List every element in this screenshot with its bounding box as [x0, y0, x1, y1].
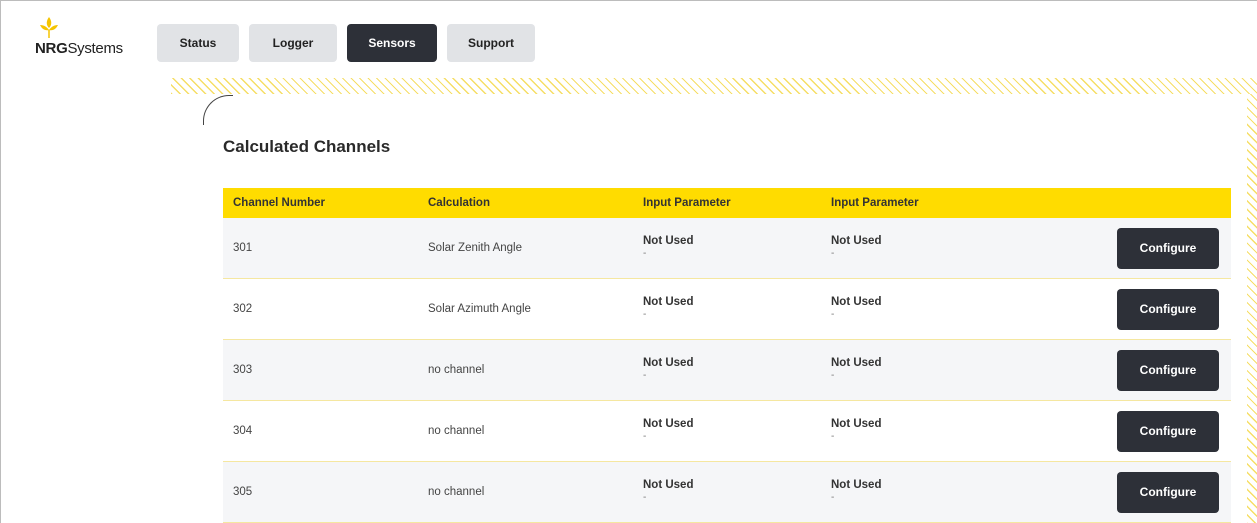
- input-parameter-1-title: Not Used: [643, 418, 694, 430]
- channel-number: 304: [233, 425, 253, 437]
- row-actions: Configure: [1111, 288, 1231, 330]
- table-body: 301 Solar Zenith Angle Not Used - Not Us…: [223, 218, 1231, 523]
- row-actions: Configure: [1111, 227, 1231, 269]
- input-parameter-2: Not Used -: [831, 462, 1111, 503]
- tab-sensors[interactable]: Sensors: [347, 24, 437, 62]
- input-parameter-2: Not Used -: [831, 401, 1111, 442]
- calculation: Solar Zenith Angle: [428, 242, 522, 254]
- input-parameter-1-title: Not Used: [643, 296, 694, 308]
- calculation: Solar Azimuth Angle: [428, 303, 531, 315]
- table-row: 304 no channel Not Used - Not Used - Con…: [223, 401, 1231, 462]
- hatch-decoration-right: [1247, 94, 1257, 523]
- input-parameter-2: Not Used -: [831, 279, 1111, 320]
- input-parameter-2-value: -: [831, 492, 835, 503]
- table-row: 305 no channel Not Used - Not Used - Con…: [223, 462, 1231, 523]
- input-parameter-2-value: -: [831, 431, 835, 442]
- header-calculation: Calculation: [428, 197, 490, 209]
- input-parameter-1: Not Used -: [643, 279, 831, 320]
- input-parameter-1: Not Used -: [643, 401, 831, 442]
- tab-logger[interactable]: Logger: [249, 24, 337, 62]
- input-parameter-1-value: -: [643, 431, 647, 442]
- configure-button[interactable]: Configure: [1117, 227, 1219, 269]
- input-parameter-1-title: Not Used: [643, 357, 694, 369]
- configure-button[interactable]: Configure: [1117, 410, 1219, 452]
- input-parameter-1: Not Used -: [643, 462, 831, 503]
- main-nav: Status Logger Sensors Support: [157, 24, 535, 62]
- header-input-parameter-2: Input Parameter: [831, 197, 919, 209]
- calculation: no channel: [428, 425, 485, 437]
- input-parameter-2-title: Not Used: [831, 479, 882, 491]
- table-header: Channel Number Calculation Input Paramet…: [223, 188, 1231, 218]
- calculated-channels-table: Channel Number Calculation Input Paramet…: [223, 188, 1231, 523]
- row-actions: Configure: [1111, 349, 1231, 391]
- input-parameter-2: Not Used -: [831, 218, 1111, 259]
- table-row: 302 Solar Azimuth Angle Not Used - Not U…: [223, 279, 1231, 340]
- sunflower-logo-icon: [40, 17, 58, 38]
- input-parameter-2-title: Not Used: [831, 235, 882, 247]
- header-channel-number: Channel Number: [233, 197, 326, 209]
- configure-button[interactable]: Configure: [1117, 471, 1219, 513]
- table-row: 303 no channel Not Used - Not Used - Con…: [223, 340, 1231, 401]
- input-parameter-2-title: Not Used: [831, 357, 882, 369]
- input-parameter-2: Not Used -: [831, 340, 1111, 381]
- input-parameter-1-value: -: [643, 492, 647, 503]
- tab-support[interactable]: Support: [447, 24, 535, 62]
- input-parameter-1-value: -: [643, 370, 647, 381]
- input-parameter-2-value: -: [831, 248, 835, 259]
- corner-arc-decoration: [203, 95, 233, 125]
- hatch-decoration-top: [171, 78, 1257, 94]
- app-window: NRGSystems Status Logger Sensors Support…: [0, 0, 1257, 523]
- header-input-parameter-1: Input Parameter: [643, 197, 731, 209]
- input-parameter-1-value: -: [643, 309, 647, 320]
- brand-name: NRGSystems: [35, 40, 123, 57]
- input-parameter-2-value: -: [831, 370, 835, 381]
- page-title: Calculated Channels: [223, 137, 391, 156]
- input-parameter-2-value: -: [831, 309, 835, 320]
- configure-button[interactable]: Configure: [1117, 349, 1219, 391]
- input-parameter-1-title: Not Used: [643, 235, 694, 247]
- channel-number: 302: [233, 303, 253, 315]
- tab-status[interactable]: Status: [157, 24, 239, 62]
- input-parameter-1-title: Not Used: [643, 479, 694, 491]
- input-parameter-2-title: Not Used: [831, 418, 882, 430]
- configure-button[interactable]: Configure: [1117, 288, 1219, 330]
- row-actions: Configure: [1111, 471, 1231, 513]
- input-parameter-2-title: Not Used: [831, 296, 882, 308]
- input-parameter-1-value: -: [643, 248, 647, 259]
- input-parameter-1: Not Used -: [643, 340, 831, 381]
- channel-number: 301: [233, 242, 253, 254]
- calculation: no channel: [428, 364, 485, 376]
- brand-logo[interactable]: NRGSystems: [35, 16, 135, 57]
- row-actions: Configure: [1111, 410, 1231, 452]
- channel-number: 303: [233, 364, 253, 376]
- table-row: 301 Solar Zenith Angle Not Used - Not Us…: [223, 218, 1231, 279]
- calculation: no channel: [428, 486, 485, 498]
- input-parameter-1: Not Used -: [643, 218, 831, 259]
- channel-number: 305: [233, 486, 253, 498]
